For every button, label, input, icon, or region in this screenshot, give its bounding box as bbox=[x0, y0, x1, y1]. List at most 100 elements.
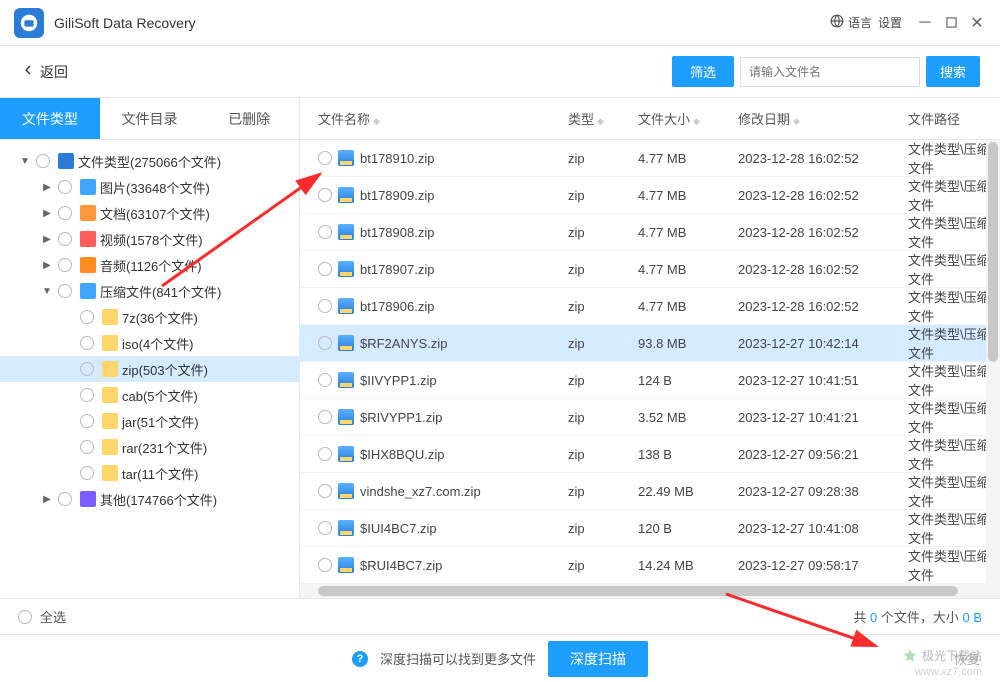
minimize-button[interactable]: ─ bbox=[916, 14, 934, 32]
file-tree[interactable]: ▼ 文件类型(275066个文件) ▶图片(33648个文件)▶文档(63107个文… bbox=[0, 140, 299, 598]
tree-node[interactable]: ▶文档(63107个文件) bbox=[0, 200, 299, 226]
header-type[interactable]: 类型◆ bbox=[568, 109, 638, 128]
tree-caret-icon[interactable]: ▶ bbox=[40, 182, 54, 193]
tree-caret-icon[interactable]: ▶ bbox=[40, 208, 54, 219]
close-button[interactable]: ✕ bbox=[968, 14, 986, 32]
folder-icon bbox=[80, 231, 96, 247]
tree-radio[interactable] bbox=[80, 414, 94, 428]
folder-icon bbox=[102, 361, 118, 377]
tree-node[interactable]: iso(4个文件) bbox=[0, 330, 299, 356]
select-all-radio[interactable] bbox=[18, 610, 32, 624]
header-date[interactable]: 修改日期◆ bbox=[738, 109, 908, 128]
tree-caret-icon[interactable]: ▼ bbox=[18, 156, 32, 167]
maximize-button[interactable] bbox=[942, 14, 960, 32]
row-radio[interactable] bbox=[318, 225, 332, 239]
tree-label: 文件类型(275066个文件) bbox=[78, 152, 221, 171]
table-row[interactable]: $IUI4BC7.zipzip120 B2023-12-27 10:41:08文… bbox=[300, 510, 1000, 547]
row-radio[interactable] bbox=[318, 336, 332, 350]
tab-file-type[interactable]: 文件类型 bbox=[0, 98, 100, 140]
file-type: zip bbox=[568, 484, 638, 499]
tree-radio[interactable] bbox=[80, 466, 94, 480]
row-radio[interactable] bbox=[318, 521, 332, 535]
tree-node[interactable]: ▶音频(1126个文件) bbox=[0, 252, 299, 278]
tree-radio[interactable] bbox=[80, 336, 94, 350]
tree-radio[interactable] bbox=[58, 180, 72, 194]
tree-label: rar(231个文件) bbox=[122, 438, 207, 457]
tree-node[interactable]: rar(231个文件) bbox=[0, 434, 299, 460]
back-button[interactable]: 返回 bbox=[20, 62, 68, 82]
tree-node[interactable]: cab(5个文件) bbox=[0, 382, 299, 408]
tree-node[interactable]: ▶其他(174766个文件) bbox=[0, 486, 299, 512]
tree-radio[interactable] bbox=[80, 362, 94, 376]
vertical-scrollbar[interactable] bbox=[986, 140, 1000, 584]
zip-file-icon bbox=[338, 446, 354, 462]
tree-node[interactable]: ▼压缩文件(841个文件) bbox=[0, 278, 299, 304]
file-date: 2023-12-27 09:56:21 bbox=[738, 447, 908, 462]
tree-node[interactable]: tar(11个文件) bbox=[0, 460, 299, 486]
deepscan-button[interactable]: 深度扫描 bbox=[548, 641, 648, 677]
tree-radio[interactable] bbox=[58, 206, 72, 220]
tree-radio[interactable] bbox=[36, 154, 50, 168]
table-row[interactable]: bt178907.zipzip4.77 MB2023-12-28 16:02:5… bbox=[300, 251, 1000, 288]
tab-file-dir[interactable]: 文件目录 bbox=[100, 98, 200, 140]
tree-node[interactable]: ▼ 文件类型(275066个文件) bbox=[0, 148, 299, 174]
row-radio[interactable] bbox=[318, 188, 332, 202]
tree-node[interactable]: jar(51个文件) bbox=[0, 408, 299, 434]
zip-file-icon bbox=[338, 187, 354, 203]
file-date: 2023-12-27 09:28:38 bbox=[738, 484, 908, 499]
search-button[interactable]: 搜索 bbox=[926, 56, 980, 87]
table-row[interactable]: bt178908.zipzip4.77 MB2023-12-28 16:02:5… bbox=[300, 214, 1000, 251]
select-all-label[interactable]: 全选 bbox=[40, 607, 66, 626]
tree-caret-icon[interactable]: ▶ bbox=[40, 234, 54, 245]
row-radio[interactable] bbox=[318, 558, 332, 572]
header-name[interactable]: 文件名称◆ bbox=[318, 109, 568, 128]
file-type: zip bbox=[568, 410, 638, 425]
tree-caret-icon[interactable]: ▶ bbox=[40, 494, 54, 505]
table-row[interactable]: bt178906.zipzip4.77 MB2023-12-28 16:02:5… bbox=[300, 288, 1000, 325]
row-radio[interactable] bbox=[318, 262, 332, 276]
header-path[interactable]: 文件路径 bbox=[908, 109, 1000, 128]
file-date: 2023-12-28 16:02:52 bbox=[738, 299, 908, 314]
row-radio[interactable] bbox=[318, 410, 332, 424]
filter-button[interactable]: 筛选 bbox=[672, 56, 734, 87]
table-row[interactable]: $RUI4BC7.zipzip14.24 MB2023-12-27 09:58:… bbox=[300, 547, 1000, 584]
table-row[interactable]: $RF2ANYS.zipzip93.8 MB2023-12-27 10:42:1… bbox=[300, 325, 1000, 362]
file-rows[interactable]: bt178910.zipzip4.77 MB2023-12-28 16:02:5… bbox=[300, 140, 1000, 584]
tree-radio[interactable] bbox=[80, 440, 94, 454]
tree-label: jar(51个文件) bbox=[122, 412, 199, 431]
file-date: 2023-12-28 16:02:52 bbox=[738, 188, 908, 203]
settings-button[interactable]: 设置 bbox=[878, 14, 902, 31]
tree-radio[interactable] bbox=[80, 388, 94, 402]
tree-node[interactable]: ▶图片(33648个文件) bbox=[0, 174, 299, 200]
file-size: 4.77 MB bbox=[638, 151, 738, 166]
tree-radio[interactable] bbox=[58, 258, 72, 272]
search-input[interactable] bbox=[740, 57, 920, 87]
table-row[interactable]: $IHX8BQU.zipzip138 B2023-12-27 09:56:21文… bbox=[300, 436, 1000, 473]
table-row[interactable]: bt178910.zipzip4.77 MB2023-12-28 16:02:5… bbox=[300, 140, 1000, 177]
tab-deleted[interactable]: 已删除 bbox=[199, 98, 299, 140]
tree-radio[interactable] bbox=[58, 284, 72, 298]
file-date: 2023-12-27 10:41:08 bbox=[738, 521, 908, 536]
horizontal-scrollbar[interactable] bbox=[300, 584, 1000, 598]
tree-label: tar(11个文件) bbox=[122, 464, 198, 483]
tree-radio[interactable] bbox=[58, 492, 72, 506]
header-size[interactable]: 文件大小◆ bbox=[638, 109, 738, 128]
row-radio[interactable] bbox=[318, 373, 332, 387]
tree-radio[interactable] bbox=[58, 232, 72, 246]
table-row[interactable]: $IIVYPP1.zipzip124 B2023-12-27 10:41:51文… bbox=[300, 362, 1000, 399]
table-row[interactable]: bt178909.zipzip4.77 MB2023-12-28 16:02:5… bbox=[300, 177, 1000, 214]
table-row[interactable]: vindshe_xz7.com.zipzip22.49 MB2023-12-27… bbox=[300, 473, 1000, 510]
tree-radio[interactable] bbox=[80, 310, 94, 324]
row-radio[interactable] bbox=[318, 299, 332, 313]
tree-node[interactable]: ▶视频(1578个文件) bbox=[0, 226, 299, 252]
table-row[interactable]: $RIVYPP1.zipzip3.52 MB2023-12-27 10:41:2… bbox=[300, 399, 1000, 436]
tree-node[interactable]: zip(503个文件) bbox=[0, 356, 299, 382]
tree-caret-icon[interactable]: ▼ bbox=[40, 286, 54, 297]
language-button[interactable]: 语言 bbox=[830, 14, 872, 31]
tree-caret-icon[interactable]: ▶ bbox=[40, 260, 54, 271]
row-radio[interactable] bbox=[318, 151, 332, 165]
row-radio[interactable] bbox=[318, 447, 332, 461]
file-type: zip bbox=[568, 262, 638, 277]
row-radio[interactable] bbox=[318, 484, 332, 498]
tree-node[interactable]: 7z(36个文件) bbox=[0, 304, 299, 330]
